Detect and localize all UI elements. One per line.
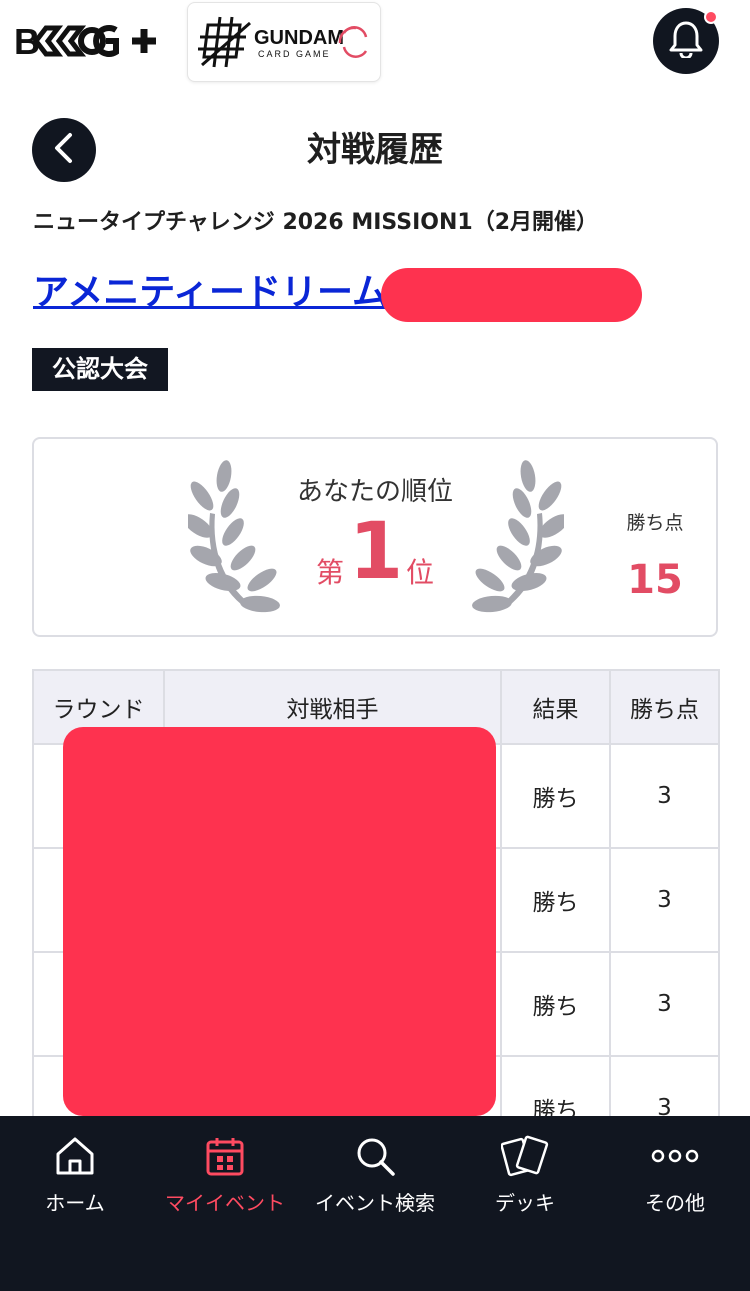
nav-label-event-search: イベント検索 [315, 1191, 435, 1215]
nav-label-my-events: マイイベント [165, 1191, 285, 1215]
gundam-card-game-logo[interactable]: GUNDAM CARD GAME [187, 2, 381, 82]
nav-item-home[interactable]: ホーム [0, 1130, 150, 1216]
column-header-result: 結果 [500, 669, 611, 745]
event-name: ニュータイプチャレンジ 2026 MISSION1（2月開催） [33, 210, 599, 235]
notification-dot [704, 10, 718, 24]
redacted-store-detail [381, 268, 642, 322]
points-cell: 3 [609, 847, 720, 953]
gundam-logo-text: GUNDAM [254, 27, 344, 49]
official-tournament-badge: 公認大会 [32, 348, 168, 391]
nav-item-event-search[interactable]: イベント検索 [300, 1130, 450, 1216]
nav-item-deck[interactable]: デッキ [450, 1130, 600, 1216]
home-icon [0, 1130, 150, 1182]
rank-prefix: 第 [316, 556, 345, 589]
bandai-logo[interactable]: B [14, 20, 159, 62]
rank-suffix: 位 [406, 556, 435, 589]
notification-button[interactable] [653, 8, 719, 74]
nav-item-my-events[interactable]: マイイベント [150, 1130, 300, 1216]
cards-icon [450, 1130, 600, 1182]
result-cell: 勝ち [500, 743, 611, 849]
store-name-link[interactable]: アメニティードリーム [33, 270, 388, 316]
card-game-logo-text: CARD GAME [258, 49, 331, 59]
column-header-points: 勝ち点 [609, 669, 720, 745]
rank-value: 1 [348, 507, 404, 597]
rank-label: あなたの順位 [296, 477, 453, 507]
bell-icon [669, 20, 703, 62]
search-icon [300, 1130, 450, 1182]
nav-item-more[interactable]: その他 [600, 1130, 750, 1216]
result-cell: 勝ち [500, 951, 611, 1057]
nav-label-home: ホーム [45, 1191, 105, 1215]
nav-label-more: その他 [645, 1191, 705, 1215]
page-title: 対戦履歴 [307, 130, 443, 170]
points-cell: 3 [609, 743, 720, 849]
redacted-opponents-block [63, 727, 496, 1116]
points-cell: 3 [609, 951, 720, 1057]
more-icon [600, 1130, 750, 1182]
result-cell: 勝ち [500, 847, 611, 953]
total-points-label: 勝ち点 [626, 512, 684, 534]
total-points-value: 15 [627, 557, 683, 603]
calendar-icon [150, 1130, 300, 1182]
nav-label-deck: デッキ [495, 1191, 555, 1215]
